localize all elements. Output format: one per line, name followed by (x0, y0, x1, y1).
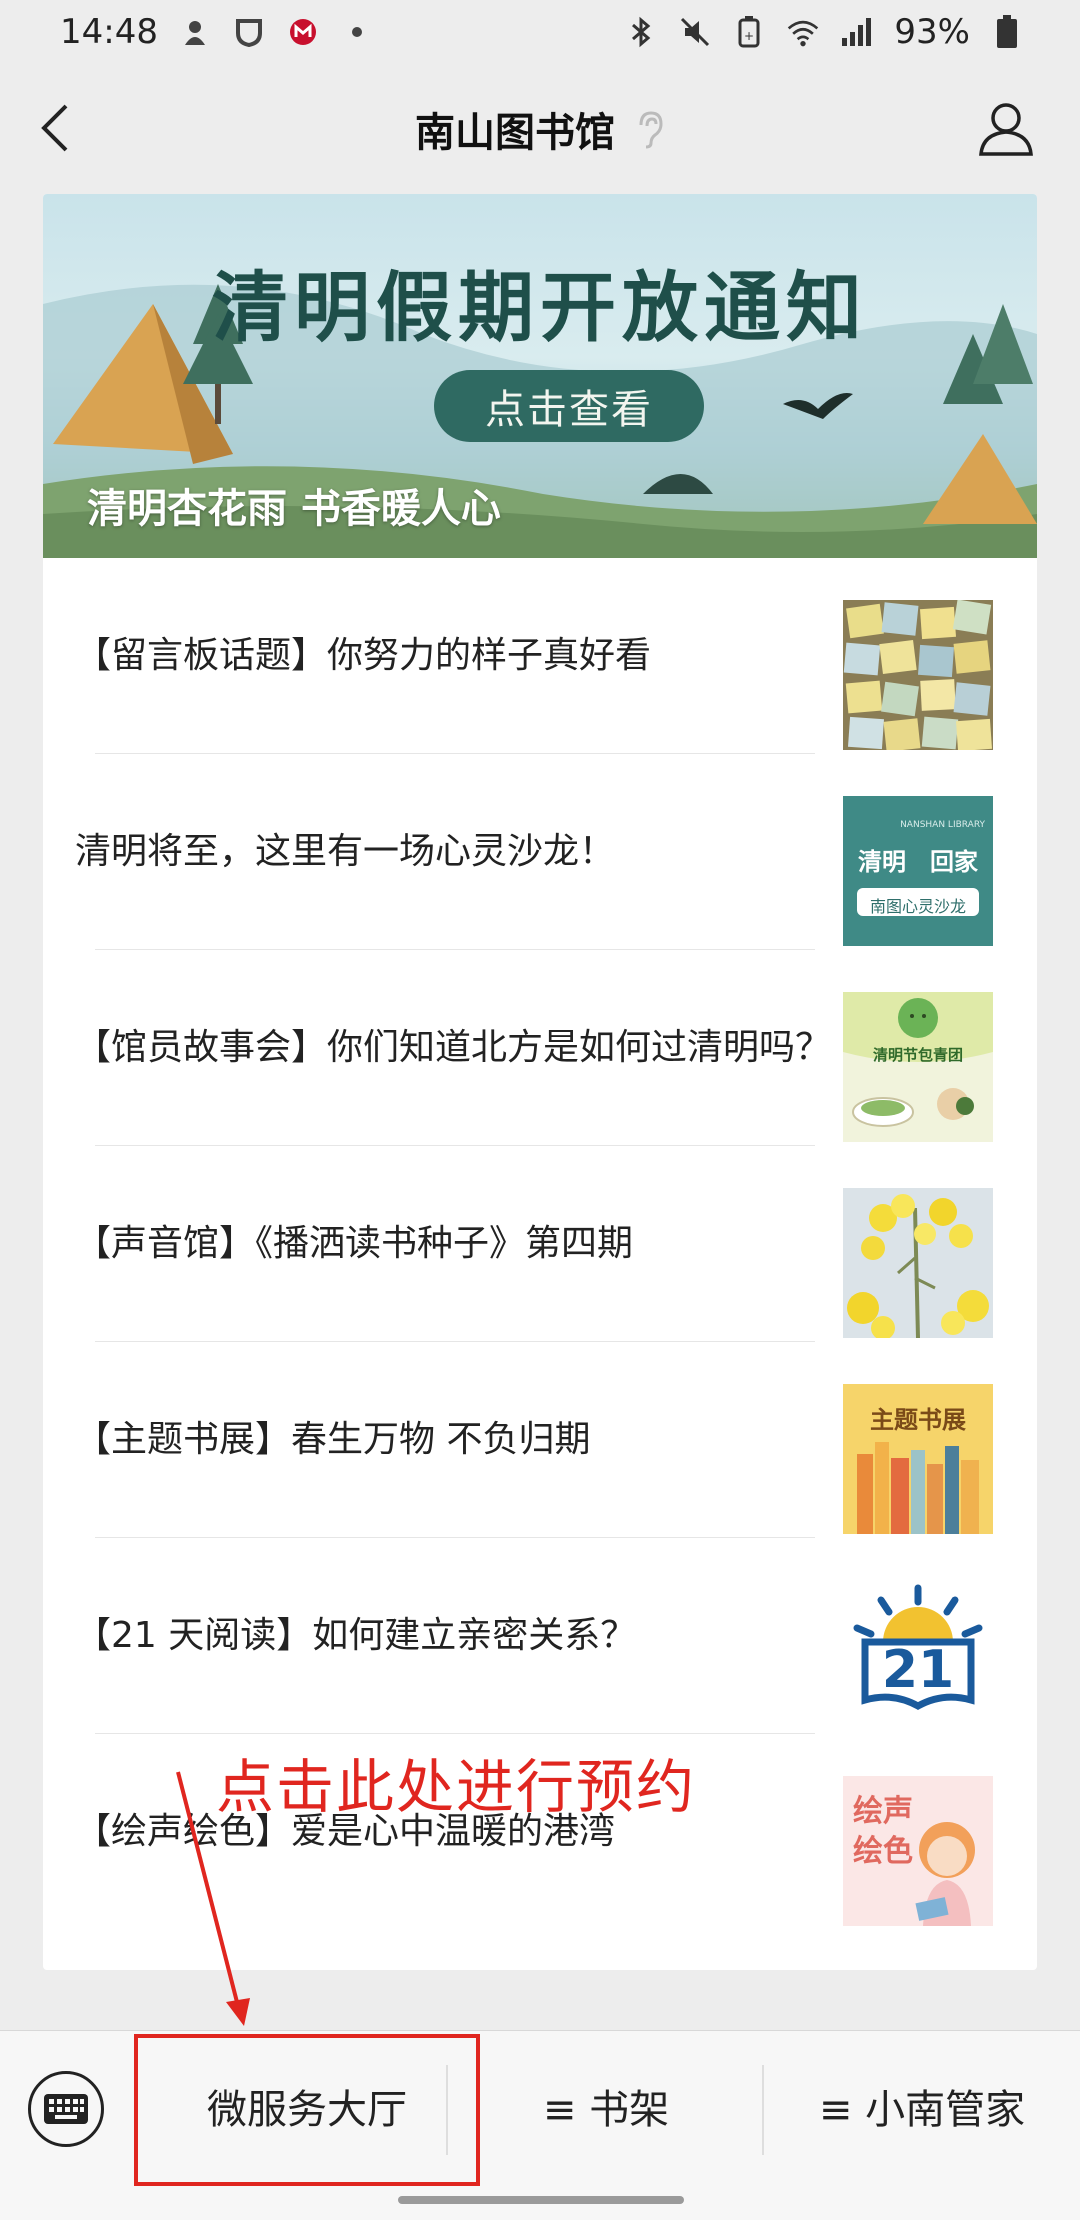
article-title: 【声音馆】《播洒读书种子》第四期 (75, 1223, 634, 1264)
thumb-caption-line: 绘色 (853, 1834, 913, 1869)
signal-icon (840, 15, 874, 49)
battery-percent: 93% (894, 12, 970, 52)
article-card: 清明假期开放通知 点击查看 清明杏花雨 书香暖人心 【留言板话题】你努力的样子真… (43, 194, 1037, 1970)
article-title: 【留言板话题】你努力的样子真好看 (75, 635, 652, 676)
chevron-left-icon (41, 104, 68, 152)
keyboard-toggle-button[interactable] (28, 2071, 104, 2147)
mute-icon (678, 15, 712, 49)
article-item[interactable]: 【主题书展】春生万物 不负归期 主题书展 (43, 1342, 1037, 1538)
article-item[interactable]: 【留言板话题】你努力的样子真好看 (43, 558, 1037, 754)
annotation-text: 点击此处进行预约 (216, 1753, 697, 1821)
keyboard-icon (44, 2094, 88, 2124)
wifi-icon (786, 15, 820, 49)
thumb-caption: 清明 回家 (858, 848, 978, 876)
article-title: 清明将至，这里有一场心灵沙龙！ (75, 831, 616, 872)
banner-view-button[interactable]: 点击查看 (434, 370, 704, 442)
shield-notification-icon (232, 15, 266, 49)
more-notifications-dot-icon (340, 15, 374, 49)
banner-headline: 清明假期开放通知 (212, 263, 868, 352)
article-item[interactable]: 【21 天阅读】如何建立亲密关系？ 21 (43, 1538, 1037, 1734)
article-thumbnail (843, 600, 993, 750)
article-item[interactable]: 【馆员故事会】你们知道北方是如何过清明吗？ 清明节包青团 (43, 950, 1037, 1146)
article-title: 【主题书展】春生万物 不负归期 (75, 1419, 591, 1460)
banner-caption: 清明杏花雨 书香暖人心 (87, 486, 501, 532)
person-icon (979, 103, 1033, 156)
thumb-caption: NANSHAN LIBRARY (900, 820, 985, 830)
article-thumbnail: 绘声 绘色 (843, 1776, 993, 1926)
status-bar: 14:48 + 93% (0, 0, 1080, 64)
title-bar: 南山图书馆 (0, 64, 1080, 194)
thumb-caption: 21 (881, 1640, 955, 1700)
battery-icon (990, 15, 1024, 49)
status-time: 14:48 (60, 12, 158, 52)
thumb-caption: 清明节包青团 (872, 1046, 963, 1064)
article-item[interactable]: 【声音馆】《播洒读书种子》第四期 (43, 1146, 1037, 1342)
back-button[interactable] (34, 98, 84, 158)
banner[interactable]: 清明假期开放通知 点击查看 清明杏花雨 书香暖人心 (43, 194, 1037, 558)
article-thumbnail: 主题书展 (843, 1384, 993, 1534)
article-title: 【21 天阅读】如何建立亲密关系？ (75, 1615, 637, 1656)
bank-notification-icon (286, 15, 320, 49)
article-title: 【馆员故事会】你们知道北方是如何过清明吗？ (75, 1027, 832, 1068)
home-indicator[interactable] (398, 2196, 684, 2204)
article-thumbnail: 21 (843, 1580, 993, 1730)
battery-saver-icon: + (732, 15, 766, 49)
ear-icon (639, 111, 663, 149)
article-thumbnail: 清明节包青团 (843, 992, 993, 1142)
svg-text:+: + (744, 29, 754, 43)
thumb-caption: 绘声 绘色 (853, 1792, 913, 1872)
menu-item-assistant[interactable]: ≡ 小南管家 (764, 2031, 1080, 2181)
page-title: 南山图书馆 (415, 110, 615, 156)
article-item[interactable]: 清明将至，这里有一场心灵沙龙！ NANSHAN LIBRARY 清明 回家 南图… (43, 754, 1037, 950)
app-notification-icon (178, 15, 212, 49)
thumb-caption: 主题书展 (870, 1406, 966, 1434)
thumb-caption: 南图心灵沙龙 (869, 897, 966, 916)
annotation-highlight-box (134, 2034, 480, 2186)
article-thumbnail: NANSHAN LIBRARY 清明 回家 南图心灵沙龙 (843, 796, 993, 946)
article-list: 【留言板话题】你努力的样子真好看 清明将至，这里有一场心灵沙龙！ NANSHAN… (43, 558, 1037, 1930)
bluetooth-icon (624, 15, 658, 49)
thumb-caption-line: 绘声 (853, 1794, 913, 1829)
profile-button[interactable] (976, 98, 1036, 158)
menu-item-bookshelf[interactable]: ≡ 书架 (448, 2031, 764, 2181)
article-thumbnail (843, 1188, 993, 1338)
